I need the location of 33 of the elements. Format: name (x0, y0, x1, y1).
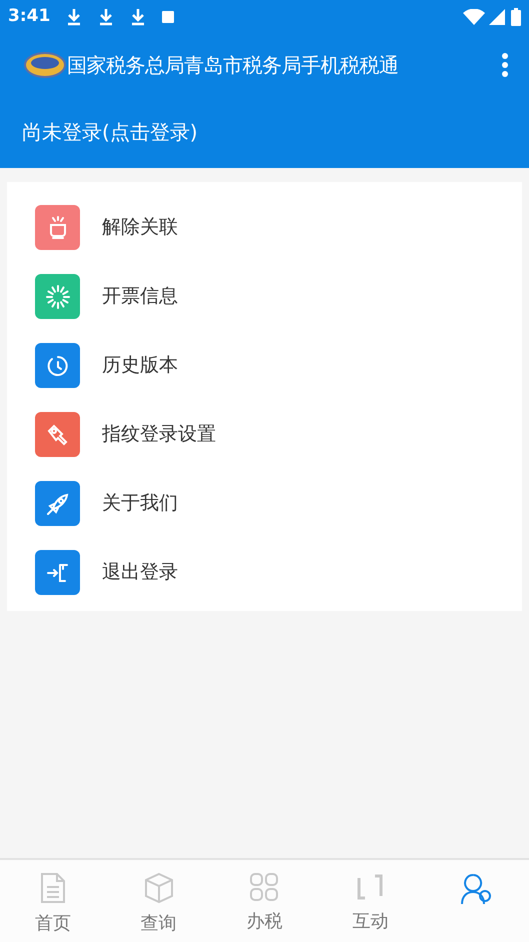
menu-item[interactable]: 关于我们 (7, 469, 522, 538)
menu-item[interactable]: 开票信息 (7, 262, 522, 331)
cube-icon (142, 872, 175, 904)
nav-tab[interactable]: 首页 (0, 860, 106, 942)
menu-item[interactable]: 解除关联 (7, 193, 522, 262)
bracket-icon (355, 872, 386, 902)
more-menu-button[interactable] (499, 51, 511, 79)
download-icon (66, 8, 82, 26)
menu-item[interactable]: 退出登录 (7, 538, 522, 607)
notification-icon (162, 11, 174, 23)
download-icon (98, 8, 114, 26)
nav-tab[interactable]: 查询 (106, 860, 212, 942)
wifi-icon (463, 9, 485, 25)
menu-item[interactable]: 指纹登录设置 (7, 400, 522, 469)
menu-item-label: 指纹登录设置 (102, 422, 216, 448)
toolbar-title: 国家税务总局青岛市税务局手机税税通 (67, 52, 400, 79)
menu-item-label: 退出登录 (102, 560, 178, 586)
signal-icon (489, 9, 505, 25)
download-icon (130, 8, 146, 26)
app-logo (24, 50, 66, 80)
grid-icon (249, 872, 280, 902)
menu-item-label: 解除关联 (102, 215, 178, 240)
loading-icon (44, 284, 70, 310)
nav-tab[interactable]: 办税 (212, 860, 318, 942)
status-time: 3:41 (8, 5, 50, 28)
menu-item[interactable]: 历史版本 (7, 331, 522, 400)
login-prompt[interactable]: 尚未登录(点击登录) (22, 117, 198, 147)
menu-item-label: 历史版本 (102, 353, 178, 378)
menu-item-label: 开票信息 (102, 284, 178, 310)
menu-item-label: 关于我们 (102, 491, 178, 516)
person-icon (459, 872, 494, 906)
nav-tab[interactable]: 互动 (317, 860, 424, 942)
battery-icon (511, 8, 521, 26)
